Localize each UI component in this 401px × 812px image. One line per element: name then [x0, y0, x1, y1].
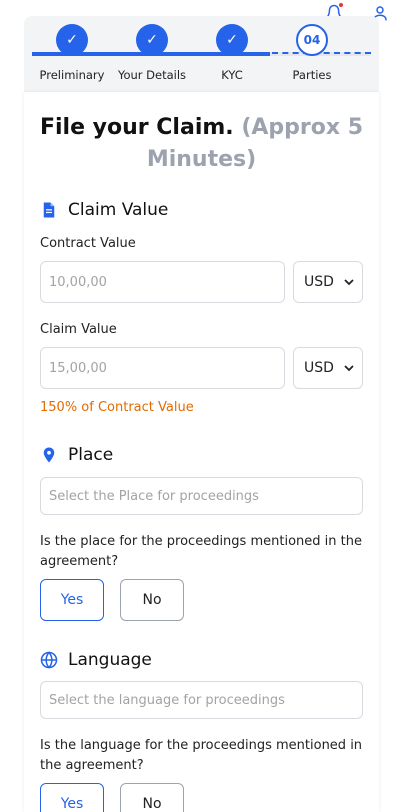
language-select-input[interactable]: [40, 681, 363, 719]
check-icon: ✓: [216, 24, 248, 56]
progress-stepper: ✓ Preliminary ✓ Your Details ✓ KYC 04 Pa…: [24, 16, 379, 92]
chevron-down-icon: [344, 279, 354, 286]
step-label: Parties: [292, 68, 332, 82]
claim-value-label: Claim Value: [40, 322, 117, 337]
notification-dot: [339, 3, 343, 7]
section-title: Language: [68, 650, 152, 670]
title-main: File your Claim.: [39, 115, 234, 140]
step-label: KYC: [221, 68, 243, 82]
check-icon: ✓: [136, 24, 168, 56]
contract-currency-select[interactable]: USD: [293, 261, 363, 303]
map-pin-icon: [43, 447, 55, 463]
language-no-button[interactable]: No: [120, 783, 184, 812]
place-no-button[interactable]: No: [120, 579, 184, 621]
place-yes-button[interactable]: Yes: [40, 579, 104, 621]
step-parties[interactable]: 04 Parties: [272, 24, 352, 82]
place-question: Is the place for the proceedings mention…: [40, 534, 362, 569]
document-icon: [43, 202, 55, 218]
language-heading: Language: [40, 650, 152, 670]
section-title: Place: [68, 445, 114, 465]
step-your-details[interactable]: ✓ Your Details: [112, 24, 192, 82]
step-label: Preliminary: [39, 68, 105, 82]
chevron-down-icon: [344, 365, 354, 372]
place-heading: Place: [40, 445, 113, 465]
claim-value-input[interactable]: [40, 347, 285, 389]
claim-currency-select[interactable]: USD: [293, 347, 363, 389]
claim-value-heading: Claim Value: [40, 200, 168, 220]
language-yes-button[interactable]: Yes: [40, 783, 104, 812]
step-kyc[interactable]: ✓ KYC: [192, 24, 272, 82]
section-title: Claim Value: [68, 200, 169, 220]
place-select-input[interactable]: [40, 477, 363, 515]
contract-value-label: Contract Value: [40, 236, 136, 251]
page-title: File your Claim. (Approx 5 Minutes): [24, 112, 379, 176]
check-icon: ✓: [56, 24, 88, 56]
language-question: Is the language for the proceedings ment…: [40, 738, 363, 773]
step-number: 04: [296, 24, 328, 56]
claim-form-card: File your Claim. (Approx 5 Minutes) Clai…: [24, 92, 379, 812]
globe-icon: [40, 651, 58, 669]
claim-percentage-hint: 150% of Contract Value: [40, 400, 194, 415]
step-label: Your Details: [117, 68, 187, 82]
currency-value: USD: [304, 274, 334, 290]
contract-value-input[interactable]: [40, 261, 285, 303]
currency-value: USD: [304, 360, 334, 376]
step-preliminary[interactable]: ✓ Preliminary: [32, 24, 112, 82]
